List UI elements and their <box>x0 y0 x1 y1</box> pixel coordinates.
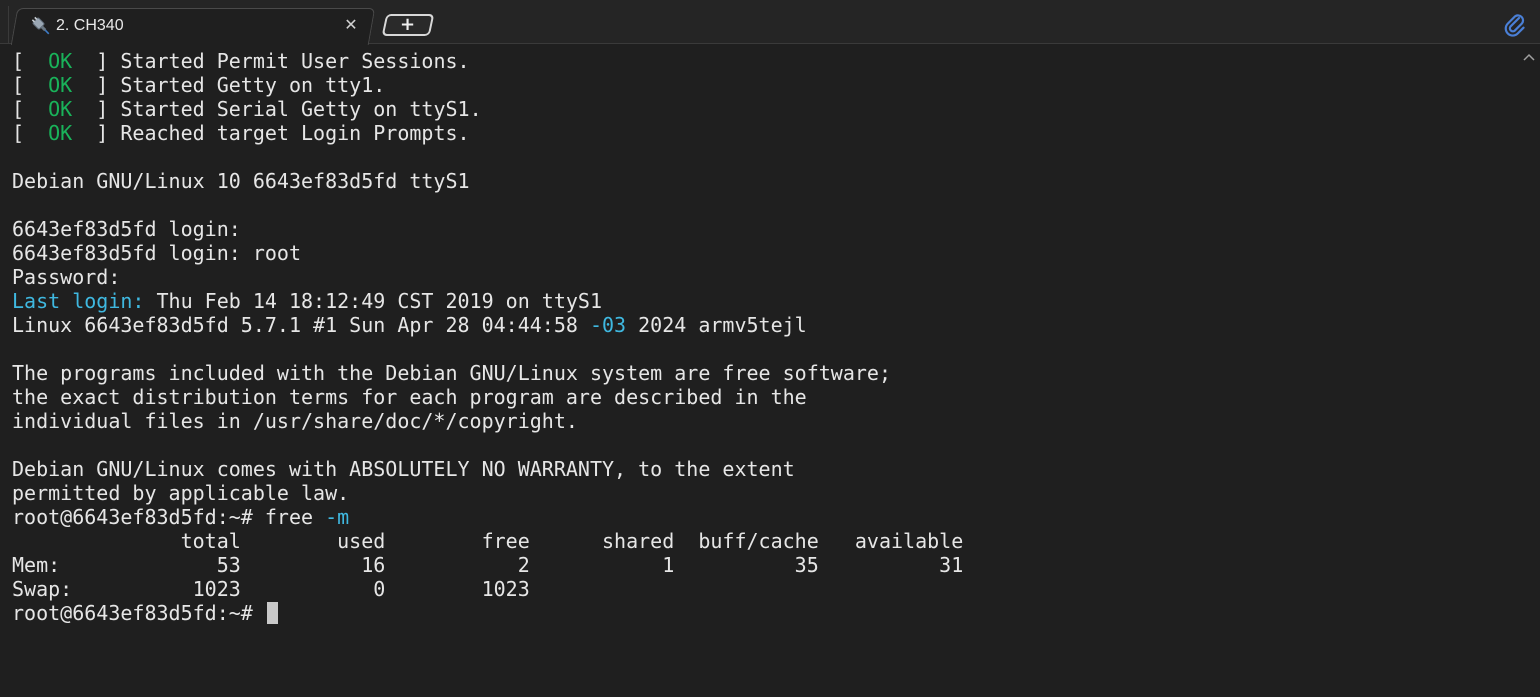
ok-status: OK <box>48 97 73 121</box>
free-mem-row: Mem: 53 16 2 1 35 31 <box>12 553 964 577</box>
uname-line: Linux 6643ef83d5fd 5.7.1 #1 Sun Apr 28 0… <box>12 313 807 337</box>
motd-line: The programs included with the Debian GN… <box>12 361 891 385</box>
login-prompt: 6643ef83d5fd login: <box>12 217 241 241</box>
tab-content[interactable]: 2. CH340 <box>30 8 366 44</box>
timezone-offset: -03 <box>589 313 627 337</box>
motd-line: individual files in /usr/share/doc/*/cop… <box>12 409 578 433</box>
plug-icon <box>30 15 52 37</box>
final-prompt-line[interactable]: root@6643ef83d5fd:~# <box>12 601 1518 625</box>
boot-line: [ OK ] Started Serial Getty on ttyS1. <box>12 97 482 121</box>
ok-status: OK <box>48 49 73 73</box>
tab-bar-edge <box>0 6 9 44</box>
os-banner: Debian GNU/Linux 10 6643ef83d5fd ttyS1 <box>12 169 470 193</box>
ok-status: OK <box>48 73 73 97</box>
command-flag: -m <box>325 505 350 529</box>
terminal-output[interactable]: [ OK ] Started Permit User Sessions. [ O… <box>0 45 1518 697</box>
warranty-line: Debian GNU/Linux comes with ABSOLUTELY N… <box>12 457 795 481</box>
tab-bar: 2. CH340 ✕ + <box>0 0 1540 45</box>
free-header: total used free shared buff/cache availa… <box>12 529 964 553</box>
plus-icon: + <box>400 14 416 35</box>
new-tab-button[interactable]: + <box>381 14 435 36</box>
chevron-up-icon[interactable] <box>1521 50 1537 66</box>
tab-title: 2. CH340 <box>56 17 124 34</box>
shell-prompt: root@6643ef83d5fd:~# free <box>12 505 326 529</box>
shell-prompt: root@6643ef83d5fd:~# <box>12 601 265 625</box>
boot-line: [ OK ] Started Permit User Sessions. <box>12 49 470 73</box>
close-icon[interactable]: ✕ <box>342 15 360 34</box>
scrollbar[interactable] <box>1518 45 1540 697</box>
ok-status: OK <box>48 121 73 145</box>
last-login-value: Thu Feb 14 18:12:49 CST 2019 on ttyS1 <box>144 289 603 313</box>
password-prompt: Password: <box>12 265 121 289</box>
free-swap-row: Swap: 1023 0 1023 <box>12 577 530 601</box>
text-cursor <box>266 602 278 624</box>
boot-line: [ OK ] Started Getty on tty1. <box>12 73 386 97</box>
command-line: root@6643ef83d5fd:~# free -m <box>12 505 1518 529</box>
paperclip-icon[interactable] <box>1502 12 1528 38</box>
last-login-line: Last login: Thu Feb 14 18:12:49 CST 2019… <box>12 289 1518 313</box>
motd-line: the exact distribution terms for each pr… <box>12 385 807 409</box>
boot-line: [ OK ] Reached target Login Prompts. <box>12 121 470 145</box>
login-prompt: 6643ef83d5fd login: root <box>12 241 301 265</box>
last-login-label: Last login: <box>12 289 145 313</box>
warranty-line: permitted by applicable law. <box>12 481 350 505</box>
